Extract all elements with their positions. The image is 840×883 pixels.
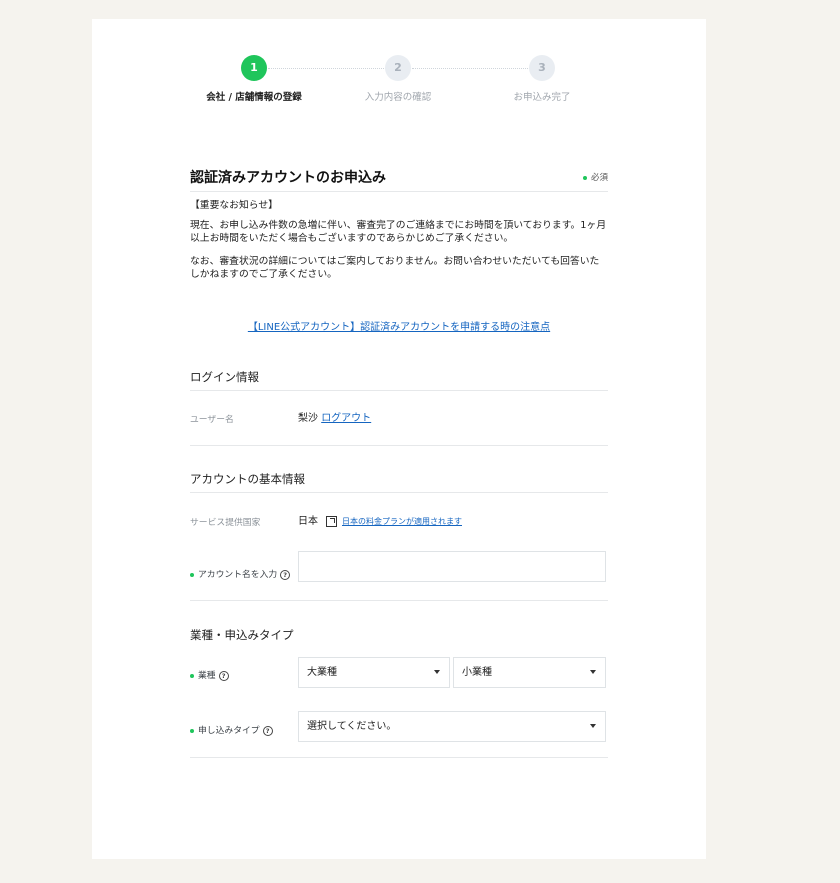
notice-paragraph-2: なお、審査状況の詳細についてはご案内しておりません。お問い合わせいただいても回答… [190,256,600,280]
plan-link[interactable]: 日本の料金プランが適用されます [342,517,462,526]
caution-link[interactable]: 【LINE公式アカウント】認証済みアカウントを申請する時の注意点 [248,322,550,333]
divider [190,445,608,446]
major-industry-value: 大業種 [307,667,337,678]
form-card: 1 会社 / 店舗情報の登録 2 入力内容の確認 3 お申込み完了 認証済みアカ… [92,19,706,859]
apply-type-label: 申し込みタイプ? [190,723,273,736]
step-label: 入力内容の確認 [364,92,432,103]
account-name-input[interactable] [298,551,606,582]
divider [190,191,608,192]
step-1: 1 会社 / 店舗情報の登録 [194,55,314,103]
step-label: 会社 / 店舗情報の登録 [206,92,302,103]
caution-link-wrap: 【LINE公式アカウント】認証済みアカウントを申請する時の注意点 [190,318,608,333]
account-name-label: アカウント名を入力? [190,567,291,580]
minor-industry-select[interactable]: 小業種 [453,657,606,688]
username-label: ユーザー名 [190,415,234,425]
step-number: 2 [385,55,411,81]
required-dot-icon [190,673,194,678]
basic-section-title: アカウントの基本情報 [190,472,305,486]
major-industry-select[interactable]: 大業種 [298,657,450,688]
industry-section-title: 業種・申込みタイプ [190,628,294,642]
required-note-text: 必須 [590,173,608,183]
minor-industry-value: 小業種 [462,667,492,678]
step-label: お申込み完了 [513,92,571,103]
divider [190,492,608,493]
dropdown-arrow-icon [590,724,596,728]
notice-paragraph-1: 現在、お申し込み件数の急増に伴い、審査完了のご連絡までにお時間を頂いております。… [190,220,607,244]
required-dot-icon [190,728,194,733]
country-label: サービス提供国家 [190,518,261,528]
username-row: 梨沙 ログアウト [298,409,371,424]
step-number: 3 [529,55,555,81]
divider [190,390,608,391]
step-number: 1 [241,55,267,81]
apply-type-value: 選択してください。 [307,721,397,732]
username-value: 梨沙 [298,413,318,424]
dropdown-arrow-icon [590,670,596,674]
account-name-label-text: アカウント名を入力 [198,570,278,580]
logout-link[interactable]: ログアウト [321,413,371,424]
external-link-icon [326,515,337,527]
help-icon[interactable]: ? [262,725,273,736]
required-dot-icon [190,572,194,577]
step-2: 2 入力内容の確認 [338,55,458,103]
help-icon[interactable]: ? [218,670,229,681]
dropdown-arrow-icon [434,670,440,674]
progress-stepper: 1 会社 / 店舗情報の登録 2 入力内容の確認 3 お申込み完了 [92,55,706,115]
country-value: 日本 [298,516,318,527]
apply-type-label-text: 申し込みタイプ [198,726,260,736]
step-3: 3 お申込み完了 [482,55,602,103]
industry-label: 業種? [190,668,229,681]
divider [190,757,608,758]
page-title: 認証済みアカウントのお申込み [190,170,386,186]
apply-type-select[interactable]: 選択してください。 [298,711,606,742]
login-section-title: ログイン情報 [190,370,259,384]
required-note: 必須 [582,171,608,183]
help-icon[interactable]: ? [280,569,291,580]
industry-label-text: 業種 [198,671,216,681]
notice-heading: 【重要なお知らせ】 [190,200,278,211]
divider [190,600,608,601]
country-row: 日本 日本の料金プランが適用されます [298,512,462,527]
required-dot-icon [582,175,587,180]
